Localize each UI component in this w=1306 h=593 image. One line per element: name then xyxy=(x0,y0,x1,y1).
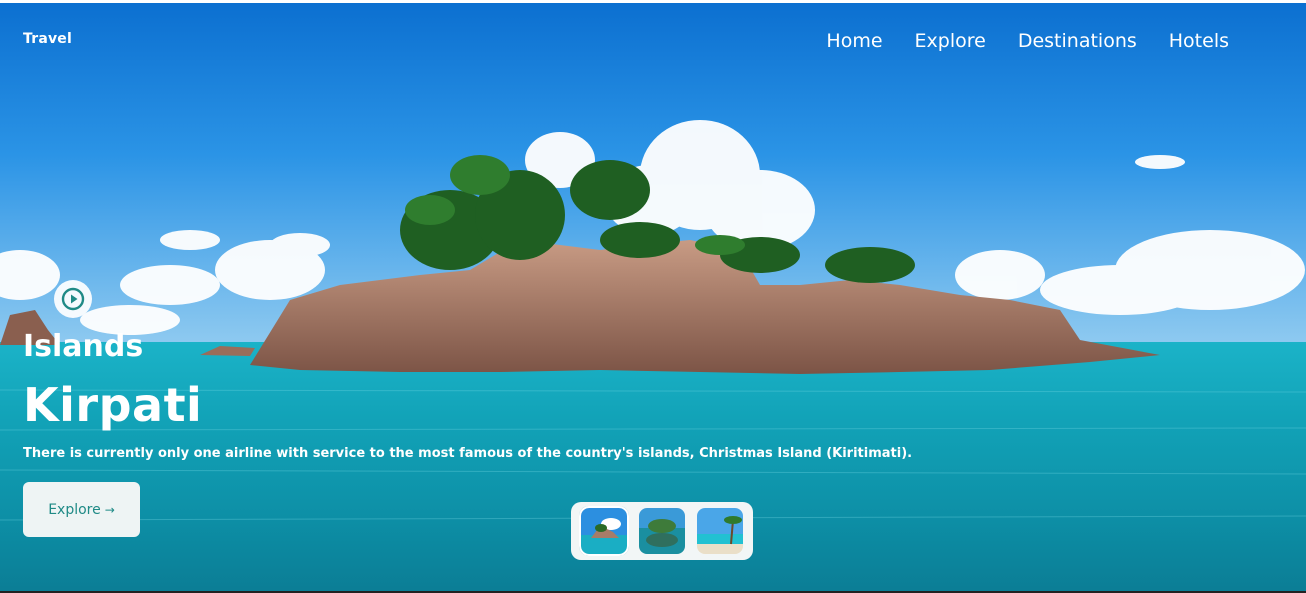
thumbnail-slider xyxy=(571,502,753,560)
arrow-right-icon: → xyxy=(104,502,115,517)
hero-section: Travel Home Explore Destinations Hotels … xyxy=(0,0,1306,593)
nav-item-destinations[interactable]: Destinations xyxy=(1018,30,1137,52)
hero-subtitle: Islands xyxy=(23,329,144,364)
thumbnail-underwater-island[interactable] xyxy=(639,508,685,554)
thumbnail-image xyxy=(697,508,743,554)
play-circle-icon xyxy=(61,287,85,311)
top-border xyxy=(0,0,1306,3)
nav-item-explore[interactable]: Explore xyxy=(915,30,986,52)
explore-button[interactable]: Explore → xyxy=(23,482,140,537)
hero-description: There is currently only one airline with… xyxy=(23,446,913,461)
nav-item-hotels[interactable]: Hotels xyxy=(1169,30,1229,52)
play-video-button[interactable] xyxy=(54,280,92,318)
nav-item-home[interactable]: Home xyxy=(826,30,882,52)
hero-title: Kirpati xyxy=(23,378,203,432)
brand-logo[interactable]: Travel xyxy=(23,31,72,47)
thumbnail-beach-palm[interactable] xyxy=(697,508,743,554)
main-nav: Home Explore Destinations Hotels xyxy=(826,30,1229,52)
thumbnail-image xyxy=(581,508,627,554)
thumbnail-island-rocks[interactable] xyxy=(579,506,629,556)
explore-button-label: Explore xyxy=(48,501,101,518)
thumbnail-image xyxy=(639,508,685,554)
